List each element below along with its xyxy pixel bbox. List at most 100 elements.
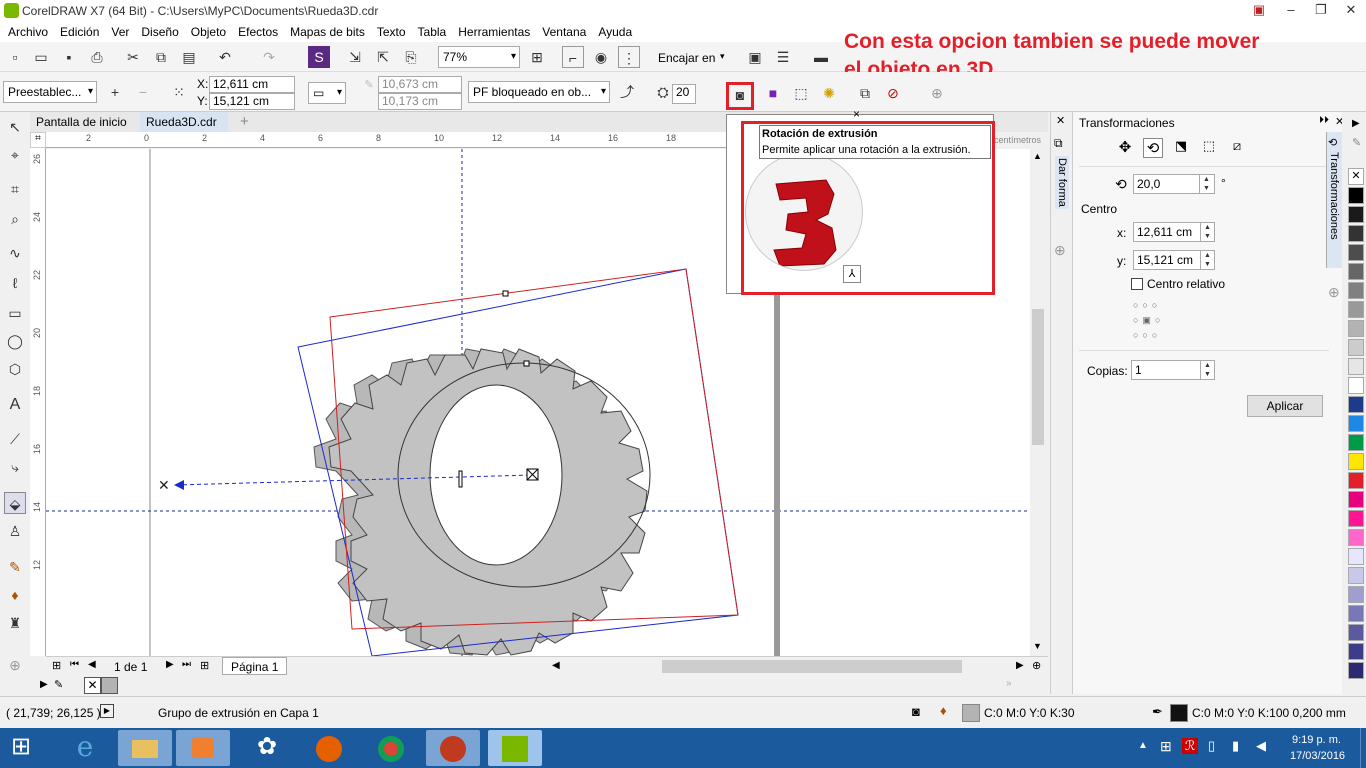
color-swatch[interactable] bbox=[1348, 567, 1364, 584]
relative-checkbox[interactable] bbox=[1131, 278, 1143, 290]
depth-field[interactable]: 20 bbox=[672, 84, 696, 104]
page-tab[interactable]: Página 1 bbox=[222, 657, 288, 675]
tray-antivirus-icon[interactable]: ℛ bbox=[1182, 738, 1198, 754]
vertical-scrollbar[interactable]: ▲ ▼ bbox=[1030, 149, 1046, 656]
size-mode-icon[interactable]: ⬚ bbox=[1199, 138, 1219, 158]
color-swatch[interactable] bbox=[1348, 358, 1364, 375]
y-position-field[interactable]: 15,121 cm bbox=[209, 93, 295, 110]
color-swatch[interactable]: ✕ bbox=[1348, 168, 1364, 185]
vp-lock-select[interactable]: PF bloqueado en ob... bbox=[468, 81, 610, 103]
scroll-down-icon[interactable]: ▼ bbox=[1033, 641, 1042, 651]
transform-docker-tab[interactable]: ⟲ Transformaciones bbox=[1326, 132, 1342, 268]
add-page-after-icon[interactable]: ⊞ bbox=[200, 659, 209, 672]
last-page-icon[interactable]: ⏭ bbox=[182, 659, 191, 670]
vp-x-field[interactable]: 10,673 cm bbox=[378, 76, 462, 93]
coreldraw-icon[interactable] bbox=[488, 730, 542, 766]
transparency-tool-icon[interactable]: ♙ bbox=[4, 520, 26, 542]
gray-swatch[interactable] bbox=[101, 677, 118, 694]
color-swatch[interactable] bbox=[1348, 244, 1364, 261]
connector-tool-icon[interactable]: ⤷ bbox=[4, 456, 26, 478]
tray-volume-icon[interactable]: ◀ bbox=[1256, 738, 1266, 754]
color-swatch[interactable] bbox=[1348, 453, 1364, 470]
add-page-before-icon[interactable]: ⊞ bbox=[52, 659, 61, 672]
outline-pen-icon[interactable]: ✒ bbox=[1152, 704, 1163, 720]
color-swatch[interactable] bbox=[1348, 206, 1364, 223]
menu-ver[interactable]: Ver bbox=[105, 22, 135, 42]
first-page-icon[interactable]: ⏮ bbox=[70, 659, 79, 670]
color-swatch[interactable] bbox=[1348, 377, 1364, 394]
next-page-icon[interactable]: ▶ bbox=[166, 659, 174, 670]
search-content-icon[interactable]: S bbox=[308, 46, 330, 68]
corel-capture-icon[interactable] bbox=[426, 730, 480, 766]
palette-scroll-up-icon[interactable]: ▶ bbox=[1352, 118, 1360, 129]
ie-icon[interactable]: e bbox=[58, 730, 112, 766]
prev-page-icon[interactable]: ◀ bbox=[88, 659, 96, 670]
publish-pdf-icon[interactable]: ⎘ bbox=[400, 46, 422, 68]
menu-ventana[interactable]: Ventana bbox=[536, 22, 592, 42]
copy-extrusion-icon[interactable]: ⧉ bbox=[854, 82, 876, 104]
remove-preset-icon[interactable]: − bbox=[132, 81, 154, 103]
artistic-media-icon[interactable]: ℓ bbox=[4, 272, 26, 294]
docker-close-icon[interactable]: ✕ bbox=[1056, 114, 1065, 127]
smart-fill-icon[interactable]: ♜ bbox=[4, 612, 26, 634]
copy-icon[interactable]: ⧉ bbox=[150, 46, 172, 68]
text-tool-icon[interactable]: A bbox=[4, 394, 26, 416]
add-tool-icon[interactable]: ⊕ bbox=[4, 654, 26, 676]
vp-y-field[interactable]: 10,173 cm bbox=[378, 93, 462, 110]
palette-eyedropper-icon[interactable]: ✎ bbox=[1352, 136, 1361, 149]
color-swatch[interactable] bbox=[1348, 225, 1364, 242]
color-swatch[interactable] bbox=[1348, 263, 1364, 280]
export-icon[interactable]: ⇱ bbox=[372, 46, 394, 68]
close-button[interactable]: ✕ bbox=[1336, 0, 1366, 22]
menu-efectos[interactable]: Efectos bbox=[232, 22, 284, 42]
launch-icon[interactable]: ▬ bbox=[810, 46, 832, 68]
add-icon[interactable]: ⊕ bbox=[926, 82, 948, 104]
hscroll-right-icon[interactable]: ▶ bbox=[1016, 660, 1024, 671]
color-swatch[interactable] bbox=[1348, 320, 1364, 337]
palette-expand-icon[interactable]: ▶ bbox=[40, 679, 48, 690]
extrude-color-icon[interactable]: ■ bbox=[762, 82, 784, 104]
zoom-select[interactable]: 77% bbox=[438, 46, 520, 68]
color-swatch[interactable] bbox=[1348, 548, 1364, 565]
save-icon[interactable]: ▪ bbox=[58, 46, 80, 68]
color-swatch[interactable] bbox=[1348, 187, 1364, 204]
redo-icon[interactable]: ↷ bbox=[258, 46, 280, 68]
explorer-icon[interactable] bbox=[118, 730, 172, 766]
menu-archivo[interactable]: Archivo bbox=[2, 22, 54, 42]
view-icon[interactable]: ◉ bbox=[590, 46, 612, 68]
freehand-tool-icon[interactable]: ∿ bbox=[4, 242, 26, 264]
undo-icon[interactable]: ↶ bbox=[214, 46, 236, 68]
shape-tool-icon[interactable]: ⌖ bbox=[4, 144, 26, 166]
extrude-rotation-icon[interactable]: ◙ bbox=[726, 82, 754, 110]
import-icon[interactable]: ⇲ bbox=[344, 46, 366, 68]
rectangle-tool-icon[interactable]: ▭ bbox=[4, 302, 26, 324]
vp-copy-icon[interactable]: ⤴ bbox=[616, 81, 638, 103]
dar-forma-tab-icon[interactable]: ⧉ bbox=[1054, 136, 1063, 151]
open-icon[interactable]: ▭ bbox=[30, 46, 52, 68]
parallel-dimension-icon[interactable]: ⟋ bbox=[4, 428, 26, 450]
show-desktop-button[interactable] bbox=[1360, 728, 1366, 768]
minimize-button[interactable]: – bbox=[1276, 0, 1306, 22]
horizontal-ruler[interactable]: 2 0 2 4 6 8 10 12 14 16 18 bbox=[46, 132, 726, 148]
skew-mode-icon[interactable]: ⧄ bbox=[1227, 138, 1247, 158]
menu-mapas-de-bits[interactable]: Mapas de bits bbox=[284, 22, 371, 42]
center-x-spinner[interactable]: ▲ ▼ bbox=[1200, 223, 1214, 242]
clock-time[interactable]: 9:19 p. m. bbox=[1292, 734, 1341, 746]
color-swatch[interactable] bbox=[1348, 586, 1364, 603]
apply-button[interactable]: Aplicar bbox=[1247, 395, 1323, 417]
position-mode-icon[interactable]: ✥ bbox=[1115, 138, 1135, 158]
tray-network-icon[interactable]: ▮ bbox=[1232, 738, 1239, 754]
rulers-icon[interactable]: ⌐ bbox=[562, 46, 584, 68]
options-icon[interactable]: ▣ bbox=[744, 46, 766, 68]
cut-icon[interactable]: ✂ bbox=[122, 46, 144, 68]
fill-bucket-icon[interactable]: ♦ bbox=[940, 703, 947, 718]
dar-forma-tab[interactable]: Dar forma bbox=[1055, 156, 1069, 209]
scroll-up-icon[interactable]: ▲ bbox=[1033, 151, 1042, 161]
add-preset-icon[interactable]: + bbox=[104, 81, 126, 103]
extrude-tool-icon[interactable]: ⬙ bbox=[4, 492, 26, 514]
print-icon[interactable]: ⎙ bbox=[86, 46, 108, 68]
color-swatch[interactable] bbox=[1348, 282, 1364, 299]
color-swatch[interactable] bbox=[1348, 434, 1364, 451]
no-color-swatch[interactable]: ✕ bbox=[84, 677, 101, 694]
user-icon[interactable]: ▣ bbox=[1244, 0, 1274, 22]
